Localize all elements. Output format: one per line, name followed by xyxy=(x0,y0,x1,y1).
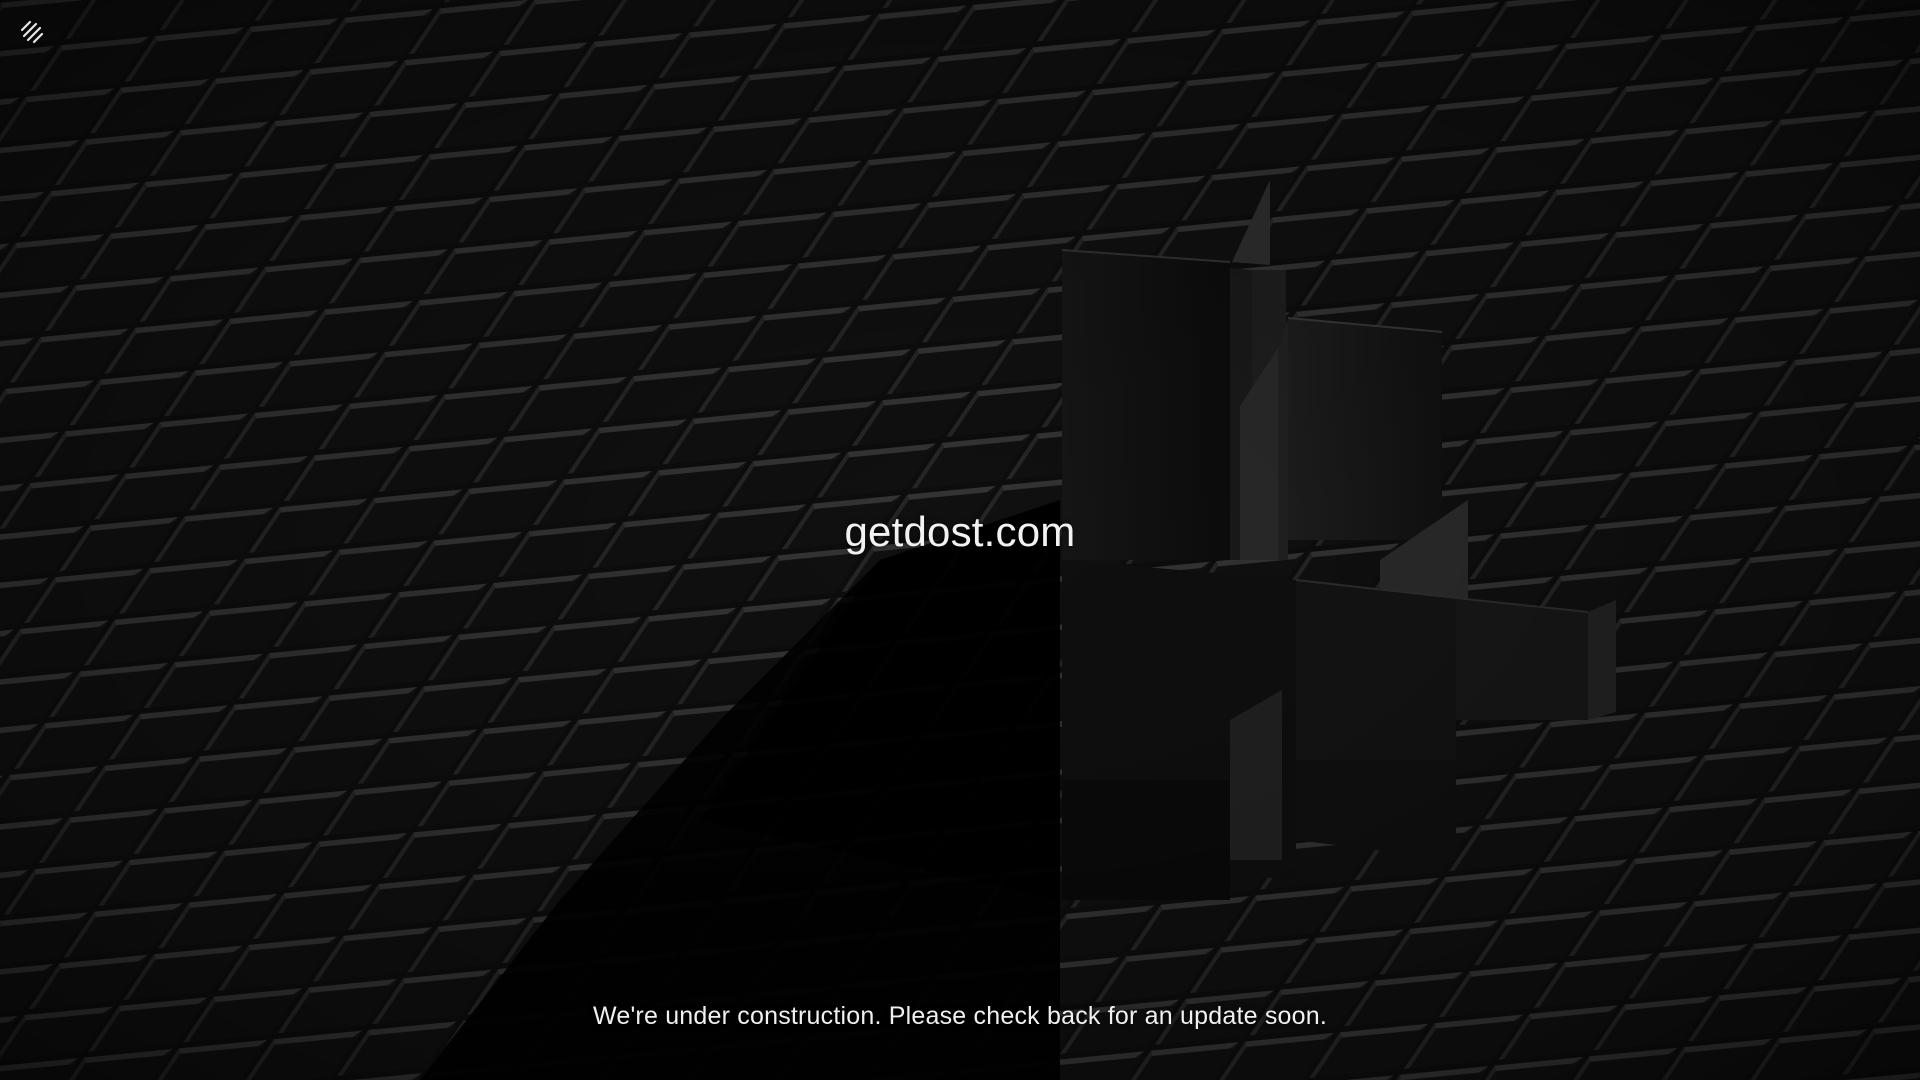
squarespace-logo-icon[interactable] xyxy=(18,18,46,46)
under-construction-page: getdost.com We're under construction. Pl… xyxy=(0,0,1920,1080)
site-title: getdost.com xyxy=(844,508,1076,555)
under-construction-message: We're under construction. Please check b… xyxy=(593,1002,1327,1030)
